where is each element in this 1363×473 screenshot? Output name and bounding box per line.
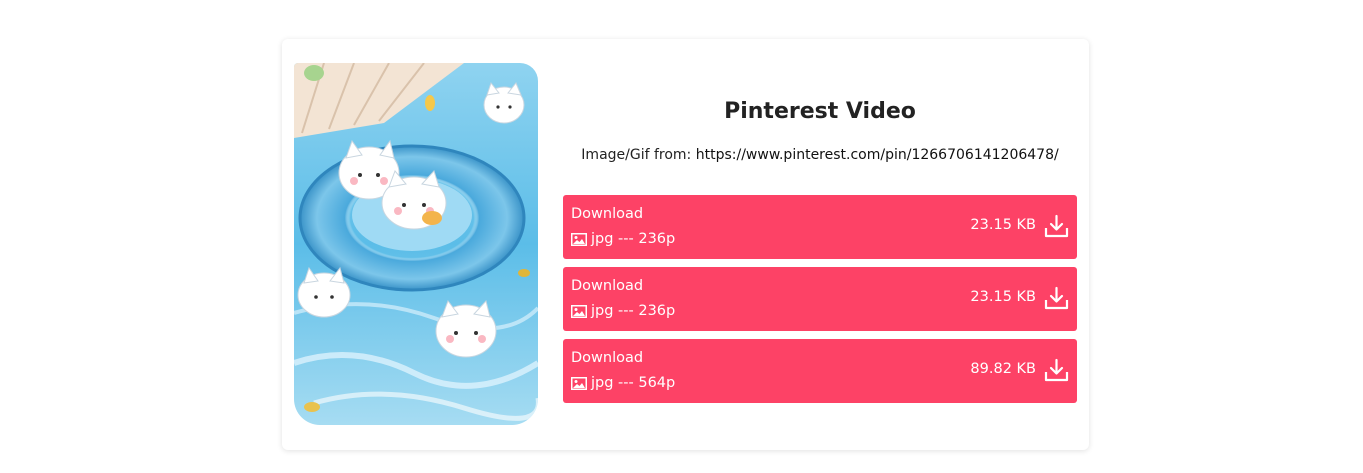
download-label: Download xyxy=(571,206,644,222)
download-size: 23.15 KB xyxy=(970,217,1036,233)
download-format-text: jpg --- 236p xyxy=(591,303,676,319)
download-label: Download xyxy=(571,278,644,294)
image-icon xyxy=(571,376,587,390)
download-icon xyxy=(1044,214,1069,242)
download-button[interactable]: Download jpg --- 236p 23.15 KB xyxy=(563,195,1077,259)
download-format-text: jpg --- 564p xyxy=(591,375,676,391)
download-size: 89.82 KB xyxy=(970,361,1036,377)
image-icon xyxy=(571,304,587,318)
download-label: Download xyxy=(571,350,644,366)
image-icon xyxy=(571,232,587,246)
preview-illustration xyxy=(294,63,538,425)
source-prefix: Image/Gif from: xyxy=(581,147,692,163)
page-title: Pinterest Video xyxy=(724,99,916,124)
download-icon xyxy=(1044,358,1069,386)
source-link[interactable]: https://www.pinterest.com/pin/1266706141… xyxy=(696,147,1059,163)
result-card: Pinterest Video Image/Gif from: https://… xyxy=(282,39,1089,450)
download-button[interactable]: Download jpg --- 564p 89.82 KB xyxy=(563,339,1077,403)
download-size: 23.15 KB xyxy=(970,289,1036,305)
preview-image xyxy=(294,63,538,425)
source-line: Image/Gif from: https://www.pinterest.co… xyxy=(563,147,1077,163)
download-format: jpg --- 236p xyxy=(571,303,675,319)
download-format: jpg --- 564p xyxy=(571,375,675,391)
download-button[interactable]: Download jpg --- 236p 23.15 KB xyxy=(563,267,1077,331)
download-format-text: jpg --- 236p xyxy=(591,231,676,247)
download-icon xyxy=(1044,286,1069,314)
download-format: jpg --- 236p xyxy=(571,231,675,247)
